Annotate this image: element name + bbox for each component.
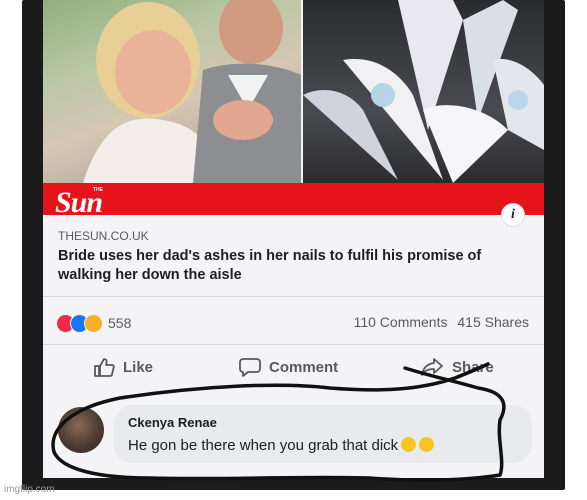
nails-photo[interactable]: [303, 0, 544, 183]
comment-text: He gon be there when you grab that dick: [128, 437, 399, 454]
reaction-count: 558: [108, 315, 132, 331]
share-icon: [421, 358, 443, 376]
thumbs-up-icon: [94, 358, 115, 377]
like-label: Like: [123, 358, 154, 376]
comment-author[interactable]: Ckenya Renae: [128, 415, 217, 430]
like-button[interactable]: Like: [93, 357, 153, 377]
watermark: imgflip.com: [4, 484, 55, 495]
shares-count[interactable]: 415 Shares: [457, 314, 529, 330]
publisher-banner: [43, 183, 544, 215]
avatar[interactable]: [58, 407, 104, 453]
dizzy-face-emoji: [401, 437, 417, 452]
wow-icon: [84, 313, 103, 333]
share-label: Share: [452, 358, 494, 376]
facebook-post: Sun THE i THESUN.CO.UK Bride uses her da…: [43, 0, 544, 478]
comment: Ckenya Renae He gon be there when you gr…: [58, 405, 538, 465]
link-source[interactable]: THESUN.CO.UK: [58, 229, 149, 243]
comment-label: Comment: [269, 358, 339, 376]
link-headline[interactable]: Bride uses her dad's ashes in her nails …: [58, 247, 538, 285]
divider: [43, 344, 544, 345]
bride-groom-photo[interactable]: [43, 0, 301, 183]
post-actions: Like Comment Share: [43, 357, 544, 381]
comment-icon: [239, 358, 261, 377]
comment-button[interactable]: Comment: [239, 357, 338, 377]
comment-text-row: He gon be there when you grab that dick: [128, 437, 435, 454]
info-icon[interactable]: i: [502, 204, 524, 226]
sun-logo-the: THE: [93, 187, 103, 193]
share-button[interactable]: Share: [420, 357, 494, 377]
laughing-face-emoji: [419, 437, 435, 452]
reactions-summary[interactable]: 558: [56, 313, 131, 333]
post-stats: 110 Comments 415 Shares: [348, 314, 529, 330]
comment-bubble: Ckenya Renae He gon be there when you gr…: [114, 405, 532, 463]
divider: [43, 296, 544, 297]
comments-count[interactable]: 110 Comments: [354, 314, 448, 330]
